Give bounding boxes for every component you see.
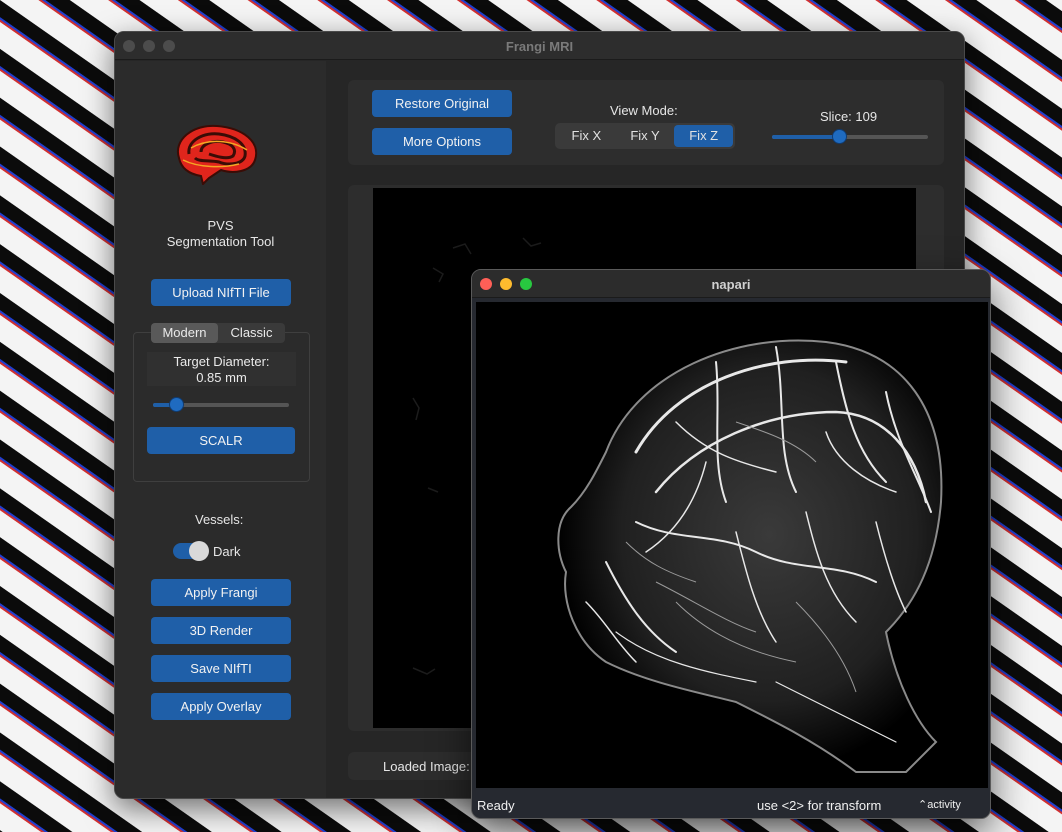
app-name-line1: PVS bbox=[207, 218, 234, 233]
view-mode-fix-x[interactable]: Fix X bbox=[557, 125, 616, 147]
vessels-label: Vessels: bbox=[195, 512, 244, 527]
loaded-image-label: Loaded Image: bbox=[383, 759, 470, 774]
tab-modern[interactable]: Modern bbox=[151, 323, 218, 343]
view-mode-fix-y[interactable]: Fix Y bbox=[616, 125, 675, 147]
vessels-toggle[interactable] bbox=[173, 541, 209, 561]
target-diameter-value: 0.85 mm bbox=[196, 370, 247, 385]
slice-slider-fill bbox=[772, 135, 839, 139]
main-titlebar[interactable]: Frangi MRI bbox=[115, 32, 964, 60]
toolbar-panel: Restore Original More Options View Mode:… bbox=[348, 80, 944, 165]
scalr-button[interactable]: SCALR bbox=[147, 427, 295, 454]
mode-tabs: Modern Classic bbox=[151, 323, 285, 343]
activity-label: activity bbox=[927, 799, 961, 811]
status-ready-text: Ready bbox=[477, 798, 515, 813]
sidebar: PVS Segmentation Tool Upload NIfTI File … bbox=[115, 61, 326, 798]
window-title: Frangi MRI bbox=[505, 39, 574, 54]
app-name-line2: Segmentation Tool bbox=[166, 234, 275, 249]
target-diameter-label: Target Diameter: bbox=[173, 354, 270, 369]
view-mode-label: View Mode: bbox=[610, 103, 678, 118]
status-hint-text: use <2> for transform bbox=[757, 798, 882, 813]
slice-label: Slice: 109 bbox=[820, 109, 878, 124]
view-mode-selector: Fix X Fix Y Fix Z bbox=[555, 123, 735, 149]
upload-nifti-button[interactable]: Upload NIfTI File bbox=[151, 279, 291, 306]
napari-window: napari Ready use <2> for transform ⌃acti… bbox=[471, 269, 991, 819]
toggle-knob bbox=[189, 541, 209, 561]
napari-window-title: napari bbox=[711, 277, 751, 292]
apply-overlay-button[interactable]: Apply Overlay bbox=[151, 693, 291, 720]
activity-button[interactable]: ⌃activity bbox=[918, 798, 961, 811]
view-mode-fix-z[interactable]: Fix Z bbox=[674, 125, 734, 147]
napari-3d-render-canvas[interactable] bbox=[476, 302, 988, 788]
napari-status-bar: Ready use <2> for transform ⌃activity bbox=[472, 790, 990, 818]
slice-slider-thumb[interactable] bbox=[832, 129, 847, 144]
tab-classic[interactable]: Classic bbox=[218, 323, 285, 343]
more-options-button[interactable]: More Options bbox=[372, 128, 512, 155]
target-diameter-display: Target Diameter: 0.85 mm bbox=[147, 352, 296, 386]
brain-logo-icon bbox=[176, 124, 258, 185]
vessels-toggle-label: Dark bbox=[213, 544, 241, 559]
restore-original-button[interactable]: Restore Original bbox=[372, 90, 512, 117]
chevron-up-icon: ⌃ bbox=[918, 799, 928, 811]
apply-frangi-button[interactable]: Apply Frangi bbox=[151, 579, 291, 606]
diameter-slider-thumb[interactable] bbox=[169, 397, 184, 412]
napari-titlebar[interactable]: napari bbox=[472, 270, 990, 298]
render-3d-button[interactable]: 3D Render bbox=[151, 617, 291, 644]
save-nifti-button[interactable]: Save NIfTI bbox=[151, 655, 291, 682]
